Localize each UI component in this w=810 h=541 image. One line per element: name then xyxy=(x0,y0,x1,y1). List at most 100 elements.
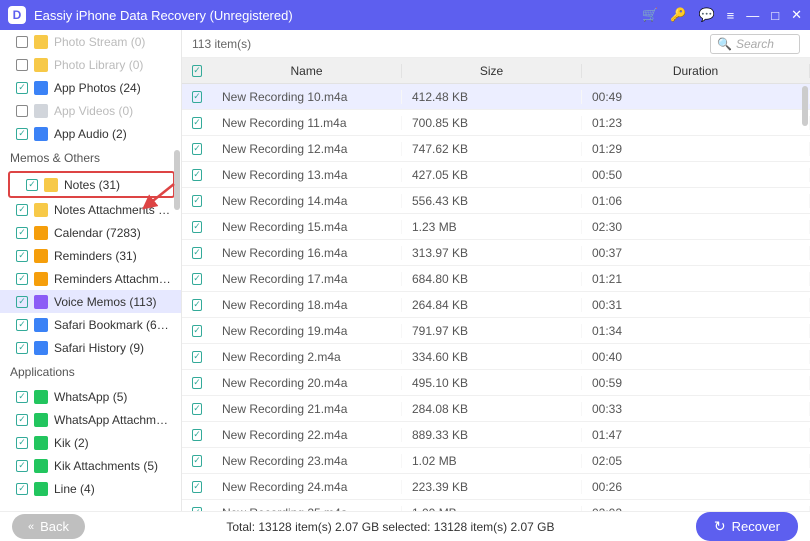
sidebar-checkbox[interactable] xyxy=(16,483,28,495)
table-row[interactable]: New Recording 23.m4a1.02 MB02:05 xyxy=(182,448,810,474)
sidebar-item[interactable]: Notes (31) xyxy=(10,173,173,196)
sidebar-checkbox[interactable] xyxy=(16,59,28,71)
table-row[interactable]: New Recording 25.m4a1.00 MB02:02 xyxy=(182,500,810,511)
row-checkbox[interactable] xyxy=(192,247,202,259)
cell-name: New Recording 19.m4a xyxy=(212,324,402,338)
sidebar-item[interactable]: WhatsApp (5) xyxy=(0,385,181,408)
row-checkbox[interactable] xyxy=(192,377,202,389)
sidebar-checkbox[interactable] xyxy=(16,460,28,472)
sidebar-item[interactable]: Calendar (7283) xyxy=(0,221,181,244)
menu-icon[interactable]: ≡ xyxy=(727,8,735,23)
sidebar-item-label: Reminders (31) xyxy=(54,249,137,263)
table-scrollbar[interactable] xyxy=(802,86,808,126)
table-row[interactable]: New Recording 11.m4a700.85 KB01:23 xyxy=(182,110,810,136)
sidebar-checkbox[interactable] xyxy=(16,36,28,48)
table-row[interactable]: New Recording 18.m4a264.84 KB00:31 xyxy=(182,292,810,318)
row-checkbox[interactable] xyxy=(192,507,202,512)
table-row[interactable]: New Recording 14.m4a556.43 KB01:06 xyxy=(182,188,810,214)
row-checkbox[interactable] xyxy=(192,481,202,493)
sidebar-item[interactable]: Kik (2) xyxy=(0,431,181,454)
sidebar-checkbox[interactable] xyxy=(16,128,28,140)
col-header-size[interactable]: Size xyxy=(402,64,582,78)
row-checkbox[interactable] xyxy=(192,351,202,363)
cell-size: 223.39 KB xyxy=(402,480,582,494)
sidebar-item[interactable]: WhatsApp Attachmen... xyxy=(0,408,181,431)
sidebar-item[interactable]: Kik Attachments (5) xyxy=(0,454,181,477)
sidebar-item[interactable]: App Audio (2) xyxy=(0,122,181,145)
chat-icon[interactable]: 💬 xyxy=(698,7,714,23)
table-row[interactable]: New Recording 15.m4a1.23 MB02:30 xyxy=(182,214,810,240)
row-checkbox[interactable] xyxy=(192,325,202,337)
row-checkbox[interactable] xyxy=(192,117,202,129)
section-memos-others: Memos & Others xyxy=(0,145,181,171)
sidebar-scrollbar[interactable] xyxy=(174,150,180,210)
search-input[interactable]: 🔍 Search xyxy=(710,34,800,54)
table-row[interactable]: New Recording 17.m4a684.80 KB01:21 xyxy=(182,266,810,292)
sidebar-item[interactable]: Safari Bookmark (653) xyxy=(0,313,181,336)
maximize-icon[interactable]: □ xyxy=(771,8,779,23)
sidebar-checkbox[interactable] xyxy=(16,437,28,449)
cell-size: 700.85 KB xyxy=(402,116,582,130)
row-checkbox[interactable] xyxy=(192,273,202,285)
cell-duration: 01:29 xyxy=(582,142,810,156)
back-button[interactable]: « Back xyxy=(12,514,85,539)
row-checkbox[interactable] xyxy=(192,169,202,181)
sidebar-checkbox[interactable] xyxy=(16,342,28,354)
recover-label: Recover xyxy=(732,519,780,534)
recover-button[interactable]: ↻ Recover xyxy=(696,512,798,541)
sidebar-checkbox[interactable] xyxy=(16,250,28,262)
table-row[interactable]: New Recording 19.m4a791.97 KB01:34 xyxy=(182,318,810,344)
cell-name: New Recording 16.m4a xyxy=(212,246,402,260)
row-checkbox[interactable] xyxy=(192,91,202,103)
sidebar-checkbox[interactable] xyxy=(16,273,28,285)
sidebar-checkbox[interactable] xyxy=(16,227,28,239)
minimize-icon[interactable]: — xyxy=(746,8,759,23)
sidebar-checkbox[interactable] xyxy=(16,105,28,117)
sidebar-item[interactable]: Reminders Attachmen... xyxy=(0,267,181,290)
sidebar-item[interactable]: Voice Memos (113) xyxy=(0,290,181,313)
table-row[interactable]: New Recording 10.m4a412.48 KB00:49 xyxy=(182,84,810,110)
row-checkbox[interactable] xyxy=(192,299,202,311)
row-checkbox[interactable] xyxy=(192,195,202,207)
sidebar-item[interactable]: Line (4) xyxy=(0,477,181,500)
col-header-name[interactable]: Name xyxy=(212,64,402,78)
sidebar-item[interactable]: Photo Library (0) xyxy=(0,53,181,76)
sidebar-item[interactable]: Notes Attachments (24) xyxy=(0,198,181,221)
sidebar-checkbox[interactable] xyxy=(16,319,28,331)
table-row[interactable]: New Recording 12.m4a747.62 KB01:29 xyxy=(182,136,810,162)
row-checkbox[interactable] xyxy=(192,143,202,155)
select-all-checkbox[interactable]: ✓ xyxy=(192,65,202,77)
table-row[interactable]: New Recording 16.m4a313.97 KB00:37 xyxy=(182,240,810,266)
row-checkbox[interactable] xyxy=(192,429,202,441)
sidebar-item[interactable]: App Photos (24) xyxy=(0,76,181,99)
table-row[interactable]: New Recording 13.m4a427.05 KB00:50 xyxy=(182,162,810,188)
sidebar-checkbox[interactable] xyxy=(16,296,28,308)
sidebar-item[interactable]: Safari History (9) xyxy=(0,336,181,359)
key-icon[interactable]: 🔑 xyxy=(670,7,686,23)
table-row[interactable]: New Recording 2.m4a334.60 KB00:40 xyxy=(182,344,810,370)
row-checkbox[interactable] xyxy=(192,403,202,415)
sidebar-checkbox[interactable] xyxy=(16,391,28,403)
col-header-duration[interactable]: Duration xyxy=(582,64,810,78)
sidebar: Photo Stream (0)Photo Library (0)App Pho… xyxy=(0,30,182,511)
sidebar-item[interactable]: App Videos (0) xyxy=(0,99,181,122)
cart-icon[interactable]: 🛒 xyxy=(642,7,658,23)
sidebar-checkbox[interactable] xyxy=(26,179,38,191)
sidebar-item[interactable]: Reminders (31) xyxy=(0,244,181,267)
sidebar-checkbox[interactable] xyxy=(16,82,28,94)
sidebar-checkbox[interactable] xyxy=(16,204,28,216)
row-checkbox[interactable] xyxy=(192,221,202,233)
sidebar-checkbox[interactable] xyxy=(16,414,28,426)
sidebar-item-label: Kik (2) xyxy=(54,436,89,450)
table-row[interactable]: New Recording 20.m4a495.10 KB00:59 xyxy=(182,370,810,396)
cell-name: New Recording 17.m4a xyxy=(212,272,402,286)
row-checkbox[interactable] xyxy=(192,455,202,467)
table-row[interactable]: New Recording 21.m4a284.08 KB00:33 xyxy=(182,396,810,422)
sidebar-item[interactable]: Photo Stream (0) xyxy=(0,30,181,53)
cell-duration: 00:33 xyxy=(582,402,810,416)
cell-name: New Recording 12.m4a xyxy=(212,142,402,156)
table-row[interactable]: New Recording 22.m4a889.33 KB01:47 xyxy=(182,422,810,448)
cell-size: 1.00 MB xyxy=(402,506,582,512)
table-row[interactable]: New Recording 24.m4a223.39 KB00:26 xyxy=(182,474,810,500)
close-icon[interactable]: ✕ xyxy=(791,7,802,23)
